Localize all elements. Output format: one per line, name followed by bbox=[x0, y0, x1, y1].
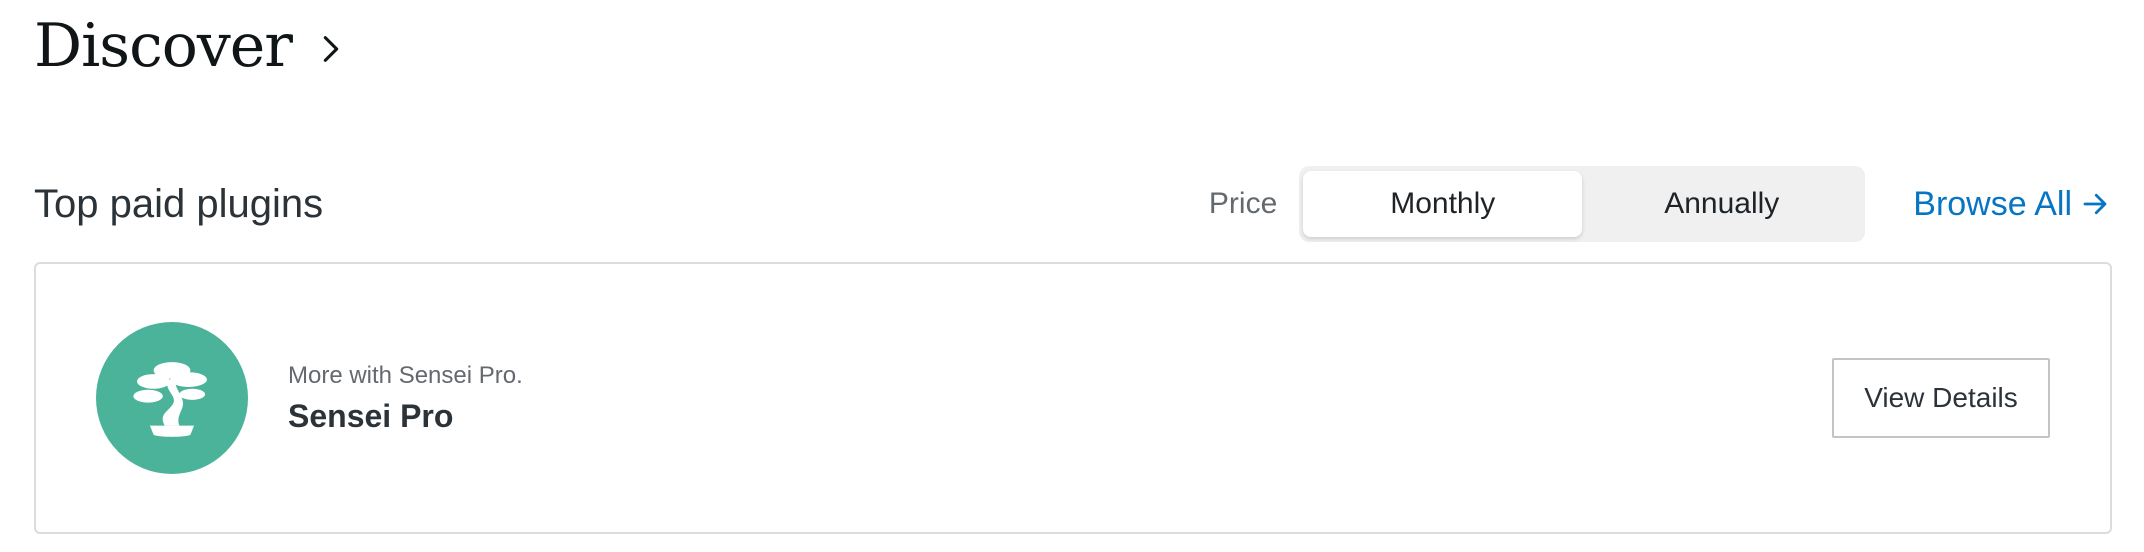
discover-header[interactable]: Discover bbox=[34, 4, 348, 88]
price-interval-toggle: Monthly Annually bbox=[1299, 166, 1866, 242]
browse-all-link[interactable]: Browse All bbox=[1913, 185, 2110, 224]
section-header: Top paid plugins Price Monthly Annually … bbox=[34, 166, 2110, 242]
arrow-right-icon bbox=[2083, 193, 2107, 215]
toggle-annually[interactable]: Annually bbox=[1582, 171, 1861, 237]
browse-all-label: Browse All bbox=[1913, 184, 2072, 223]
plugin-subtitle: More with Sensei Pro. bbox=[288, 361, 523, 389]
section-title: Top paid plugins bbox=[34, 181, 324, 226]
bonsai-tree-glyph bbox=[133, 362, 207, 437]
bonsai-tree-icon bbox=[96, 322, 248, 474]
plugin-text: More with Sensei Pro. Sensei Pro bbox=[288, 362, 1832, 435]
view-details-button[interactable]: View Details bbox=[1832, 358, 2050, 438]
price-label: Price bbox=[1208, 187, 1278, 220]
plugin-name[interactable]: Sensei Pro bbox=[288, 398, 1832, 435]
plugin-card[interactable]: More with Sensei Pro. Sensei Pro View De… bbox=[34, 262, 2112, 534]
page-title[interactable]: Discover bbox=[34, 11, 293, 81]
chevron-right-icon[interactable] bbox=[314, 32, 348, 66]
toggle-monthly[interactable]: Monthly bbox=[1303, 171, 1583, 237]
